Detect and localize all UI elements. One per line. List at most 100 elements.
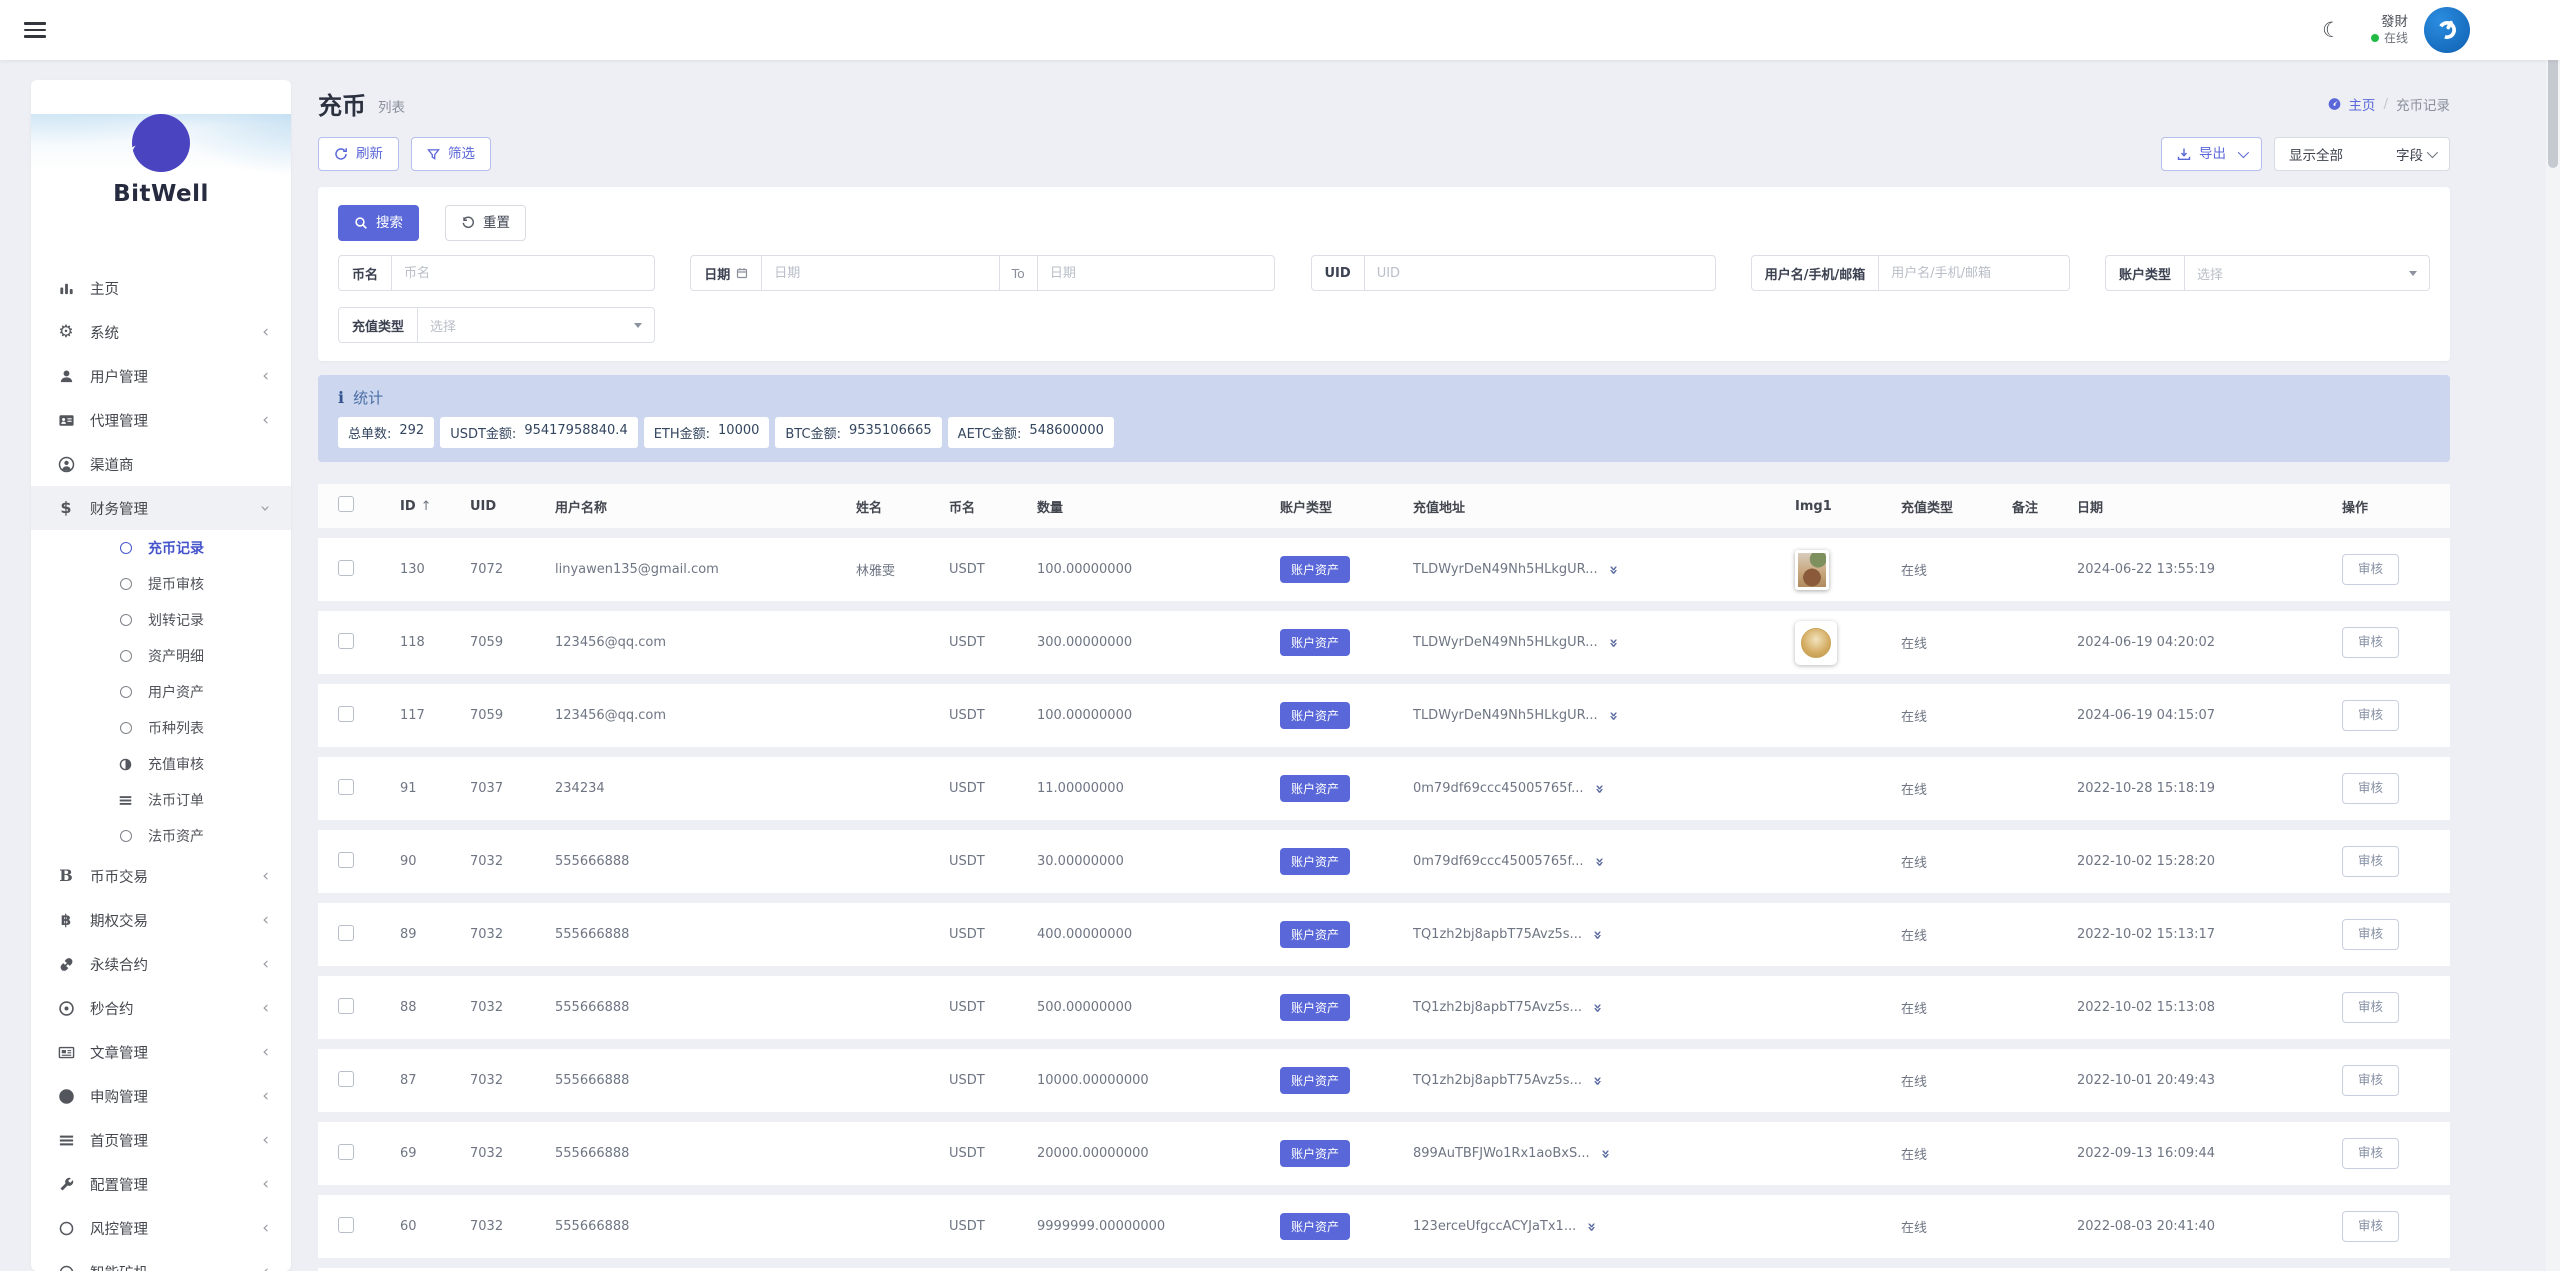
expand-address-icon[interactable]: «: [1588, 1076, 1606, 1086]
row-checkbox[interactable]: [338, 1071, 354, 1087]
sidebar-item-risk[interactable]: 风控管理‹: [31, 1206, 291, 1250]
sidebar-subitem-user-assets[interactable]: 用户资产: [31, 674, 291, 710]
row-checkbox[interactable]: [338, 779, 354, 795]
expand-address-icon[interactable]: «: [1589, 857, 1607, 867]
row-select-cell: [318, 706, 400, 726]
audit-button[interactable]: 审核: [2342, 919, 2399, 950]
cell-coin: USDT: [949, 708, 1037, 723]
row-checkbox[interactable]: [338, 852, 354, 868]
chevron-down-icon: [2238, 147, 2249, 158]
dark-mode-icon[interactable]: ☾: [2322, 20, 2341, 41]
account-type-dropdown[interactable]: 选择: [2185, 256, 2429, 290]
sidebar-item-spot-trading[interactable]: B币币交易‹: [31, 854, 291, 898]
column-header[interactable]: 操作: [2342, 497, 2450, 516]
sidebar-item-miner[interactable]: 智能矿机‹: [31, 1250, 291, 1271]
audit-button[interactable]: 审核: [2342, 627, 2399, 658]
column-header[interactable]: ID↑: [400, 499, 470, 514]
row-checkbox[interactable]: [338, 925, 354, 941]
circle-icon: [118, 722, 133, 734]
deposit-table: ID↑UID用户名称姓名币名数量账户类型充值地址Img1充值类型备注日期操作 1…: [318, 484, 2450, 1271]
column-header[interactable]: 日期: [2077, 497, 2342, 516]
expand-address-icon[interactable]: «: [1582, 1222, 1600, 1232]
sidebar-item-perpetual[interactable]: 永续合约‹: [31, 942, 291, 986]
cell-username: 555666888: [555, 1073, 856, 1088]
sidebar-item-finance[interactable]: $财务管理‹: [31, 486, 291, 530]
column-header[interactable]: 姓名: [856, 497, 949, 516]
sidebar-subitem-withdraw-audit[interactable]: 提币审核: [31, 566, 291, 602]
audit-button[interactable]: 审核: [2342, 1211, 2399, 1242]
column-header[interactable]: 账户类型: [1280, 497, 1413, 516]
audit-button[interactable]: 审核: [2342, 1138, 2399, 1169]
expand-address-icon[interactable]: «: [1604, 711, 1622, 721]
sidebar-item-user-management[interactable]: 用户管理‹: [31, 354, 291, 398]
column-header[interactable]: UID: [470, 499, 555, 514]
filter-button[interactable]: 筛选: [411, 137, 491, 171]
column-header[interactable]: 币名: [949, 497, 1037, 516]
username-input[interactable]: [1879, 256, 2069, 290]
coin-name-input[interactable]: [392, 256, 654, 290]
sidebar-subitem-fiat-orders[interactable]: 法币订单: [31, 782, 291, 818]
sidebar-item-system[interactable]: ⚙系统‹: [31, 310, 291, 354]
user-info[interactable]: 發財 在线: [2371, 14, 2408, 46]
sidebar-item-options-trading[interactable]: ฿期权交易‹: [31, 898, 291, 942]
sidebar-item-subscription[interactable]: 申购管理‹: [31, 1074, 291, 1118]
sidebar-subitem-fiat-assets[interactable]: 法币资产: [31, 818, 291, 854]
column-header[interactable]: 备注: [2012, 497, 2077, 516]
column-header[interactable]: 用户名称: [555, 497, 856, 516]
deposit-image[interactable]: [1795, 621, 1837, 665]
row-checkbox[interactable]: [338, 706, 354, 722]
recharge-type-dropdown[interactable]: 选择: [418, 308, 654, 342]
sidebar-item-homepage[interactable]: 首页管理‹: [31, 1118, 291, 1162]
cell-uid: 7032: [470, 854, 555, 869]
show-all-button[interactable]: 显示全部: [2289, 144, 2343, 164]
audit-button[interactable]: 审核: [2342, 700, 2399, 731]
sidebar-item-config[interactable]: 配置管理‹: [31, 1162, 291, 1206]
audit-button[interactable]: 审核: [2342, 992, 2399, 1023]
date-from-input[interactable]: [762, 256, 998, 290]
column-header[interactable]: 充值地址: [1413, 497, 1795, 516]
select-all-checkbox[interactable]: [338, 496, 354, 512]
export-button[interactable]: 导出: [2161, 137, 2262, 171]
uid-input[interactable]: [1365, 256, 1715, 290]
reset-button[interactable]: 重置: [445, 205, 526, 241]
row-checkbox[interactable]: [338, 1217, 354, 1233]
expand-address-icon[interactable]: «: [1604, 565, 1622, 575]
expand-address-icon[interactable]: «: [1588, 930, 1606, 940]
sidebar-subitem-recharge-audit[interactable]: 充值审核: [31, 746, 291, 782]
sidebar-subitem-transfer-records[interactable]: 划转记录: [31, 602, 291, 638]
date-to-input[interactable]: [1038, 256, 1274, 290]
filter-panel: 搜索 重置 币名 日期: [318, 187, 2450, 361]
refresh-button[interactable]: 刷新: [318, 137, 399, 171]
expand-address-icon[interactable]: «: [1604, 638, 1622, 648]
row-checkbox[interactable]: [338, 560, 354, 576]
sidebar-item-second-contract[interactable]: 秒合约‹: [31, 986, 291, 1030]
sidebar-subitem-coin-list[interactable]: 币种列表: [31, 710, 291, 746]
sidebar-item-agent-management[interactable]: 代理管理‹: [31, 398, 291, 442]
sort-asc-icon[interactable]: ↑: [421, 499, 432, 514]
fields-dropdown[interactable]: 字段: [2396, 144, 2435, 164]
sidebar-item-article[interactable]: 文章管理‹: [31, 1030, 291, 1074]
column-header[interactable]: 充值类型: [1901, 497, 2012, 516]
sidebar-subitem-deposit-records[interactable]: 充币记录: [31, 530, 291, 566]
column-header[interactable]: Img1: [1795, 499, 1901, 514]
audit-button[interactable]: 审核: [2342, 554, 2399, 585]
row-checkbox[interactable]: [338, 1144, 354, 1160]
row-checkbox[interactable]: [338, 633, 354, 649]
audit-button[interactable]: 审核: [2342, 846, 2399, 877]
expand-address-icon[interactable]: «: [1595, 1149, 1613, 1159]
sidebar-item-home[interactable]: 主页: [31, 266, 291, 310]
column-header[interactable]: 数量: [1037, 497, 1280, 516]
sidebar-item-channel[interactable]: 渠道商: [31, 442, 291, 486]
row-checkbox[interactable]: [338, 998, 354, 1014]
avatar[interactable]: [2424, 7, 2470, 53]
sidebar-subitem-asset-detail[interactable]: 资产明细: [31, 638, 291, 674]
expand-address-icon[interactable]: «: [1588, 1003, 1606, 1013]
breadcrumb-home-link[interactable]: 主页: [2327, 94, 2375, 114]
menu-toggle-icon[interactable]: [24, 22, 46, 38]
audit-button[interactable]: 审核: [2342, 773, 2399, 804]
audit-button[interactable]: 审核: [2342, 1065, 2399, 1096]
cell-uid: 7032: [470, 1219, 555, 1234]
deposit-image[interactable]: [1795, 550, 1829, 590]
search-button[interactable]: 搜索: [338, 205, 419, 241]
expand-address-icon[interactable]: «: [1589, 784, 1607, 794]
